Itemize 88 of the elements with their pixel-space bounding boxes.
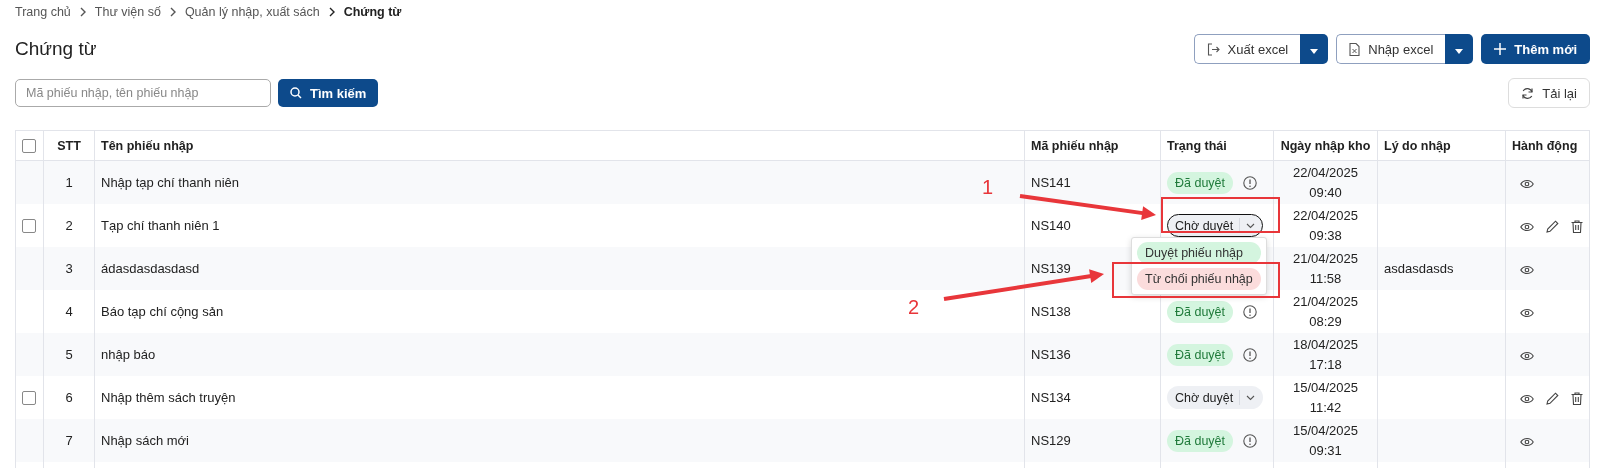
- table-cell: 4: [65, 304, 73, 319]
- column-header: STT: [43, 130, 95, 161]
- checkbox[interactable]: [22, 138, 36, 153]
- column-header: Mã phiếu nhập: [1024, 130, 1161, 161]
- page-title: Chứng từ: [15, 38, 97, 60]
- status-badge: Đã duyệt: [1167, 300, 1234, 323]
- pencil-icon[interactable]: [1546, 220, 1559, 234]
- info-icon[interactable]: [1243, 348, 1258, 363]
- table-cell: 3: [65, 261, 73, 276]
- view-icon[interactable]: [1520, 393, 1534, 404]
- table-cell: NS139: [1031, 261, 1071, 276]
- view-icon[interactable]: [1520, 264, 1534, 275]
- column-header: Tên phiếu nhập: [94, 130, 1025, 161]
- step-number: 2: [908, 296, 920, 319]
- column-header: Lý do nhập: [1377, 130, 1506, 161]
- table-cell: NS134: [1031, 390, 1071, 405]
- pencil-icon[interactable]: [1546, 392, 1559, 406]
- table-cell: 5: [65, 347, 73, 362]
- view-icon[interactable]: [1520, 221, 1534, 232]
- table-cell: Tạp chí thanh niên 1: [101, 218, 220, 233]
- date-text: 15/04/2025 11:42: [1292, 379, 1359, 415]
- add-button[interactable]: Thêm mới: [1481, 34, 1590, 64]
- table-cell: Báo tạp chí cộng sản: [101, 304, 224, 319]
- table-cell: NS136: [1031, 347, 1071, 362]
- chevron-right-icon: [168, 7, 177, 17]
- status-badge: Đã duyệt: [1167, 343, 1234, 366]
- table-cell: NS141: [1031, 175, 1071, 190]
- caret-icon: [1310, 48, 1319, 54]
- status-badge: Đã duyệt: [1167, 171, 1234, 194]
- table-cell: NS138: [1031, 304, 1071, 319]
- status-badge: Đã duyệt: [1167, 429, 1234, 452]
- status-select[interactable]: Chờ duyệt: [1167, 386, 1264, 409]
- dropdown-button[interactable]: [1300, 34, 1329, 64]
- table-cell: 7: [65, 433, 73, 448]
- chevron-right-icon: [78, 7, 87, 17]
- view-icon[interactable]: [1520, 350, 1534, 361]
- chevron-down-icon: [1246, 222, 1256, 229]
- table-cell: Nhập tạp chí thanh niên: [101, 175, 240, 190]
- view-icon[interactable]: [1520, 436, 1534, 447]
- table-cell: Nhập sách mới: [101, 433, 189, 448]
- trash-icon[interactable]: [1571, 392, 1583, 406]
- info-icon[interactable]: [1243, 176, 1258, 191]
- step-number: 1: [982, 176, 994, 199]
- chevron-down-icon: [1246, 394, 1256, 401]
- refresh-icon: [1521, 86, 1535, 100]
- view-icon[interactable]: [1520, 307, 1534, 318]
- table-cell: NS140: [1031, 218, 1071, 233]
- breadcrumb-link[interactable]: Thư viện số: [94, 5, 161, 19]
- date-text: 21/04/2025 11:58: [1292, 250, 1359, 286]
- table-cell: 1: [65, 175, 73, 190]
- date-text: 21/04/2025 08:29: [1292, 293, 1359, 329]
- table-cell: 6: [65, 390, 73, 405]
- date-text: 22/04/2025 09:40: [1292, 164, 1359, 200]
- checkbox[interactable]: [22, 390, 36, 405]
- menu-item[interactable]: Duyệt phiếu nhập: [1137, 242, 1261, 264]
- table-cell: asdasdasds: [1384, 261, 1454, 276]
- table-cell: nhập báo: [101, 347, 156, 362]
- view-icon[interactable]: [1520, 178, 1534, 189]
- plus-icon: [1494, 43, 1507, 55]
- search-icon: [290, 87, 302, 99]
- status-select[interactable]: Chờ duyệt: [1167, 214, 1264, 237]
- info-icon[interactable]: [1243, 434, 1258, 449]
- table-cell: 2: [65, 218, 73, 233]
- import-excel-button[interactable]: Nhập excel: [1336, 34, 1446, 64]
- table-cell: Nhập thêm sách truyện: [101, 390, 236, 405]
- reload-button[interactable]: Tải lại: [1508, 78, 1590, 108]
- date-text: 18/04/2025 17:18: [1292, 336, 1359, 372]
- breadcrumb-link[interactable]: Trang chủ: [15, 5, 71, 19]
- info-icon[interactable]: [1243, 305, 1258, 320]
- export-icon: [1206, 42, 1220, 56]
- column-header: Ngày nhập kho: [1273, 130, 1378, 161]
- menu-item[interactable]: Từ chối phiếu nhập: [1137, 268, 1261, 290]
- date-text: 22/04/2025 09:38: [1292, 207, 1359, 243]
- column-header: Hành động: [1505, 130, 1590, 161]
- chevron-right-icon: [327, 7, 336, 17]
- trash-icon[interactable]: [1571, 220, 1583, 234]
- search-button[interactable]: Tìm kiếm: [278, 79, 379, 107]
- caret-icon: [1455, 48, 1464, 54]
- export-excel-button[interactable]: Xuất excel: [1193, 34, 1301, 64]
- dropdown-button[interactable]: [1445, 34, 1474, 64]
- file-icon: [1349, 42, 1361, 56]
- table-cell: NS129: [1031, 433, 1071, 448]
- breadcrumb-link[interactable]: Quản lý nhập, xuất sách: [184, 5, 320, 19]
- checkbox[interactable]: [22, 218, 36, 233]
- column-header: Trạng thái: [1160, 130, 1274, 161]
- table-cell: ádasdasdasdasd: [101, 261, 200, 276]
- date-text: 15/04/2025 09:31: [1292, 422, 1359, 458]
- search-field[interactable]: Mã phiếu nhập, tên phiếu nhập: [15, 79, 271, 107]
